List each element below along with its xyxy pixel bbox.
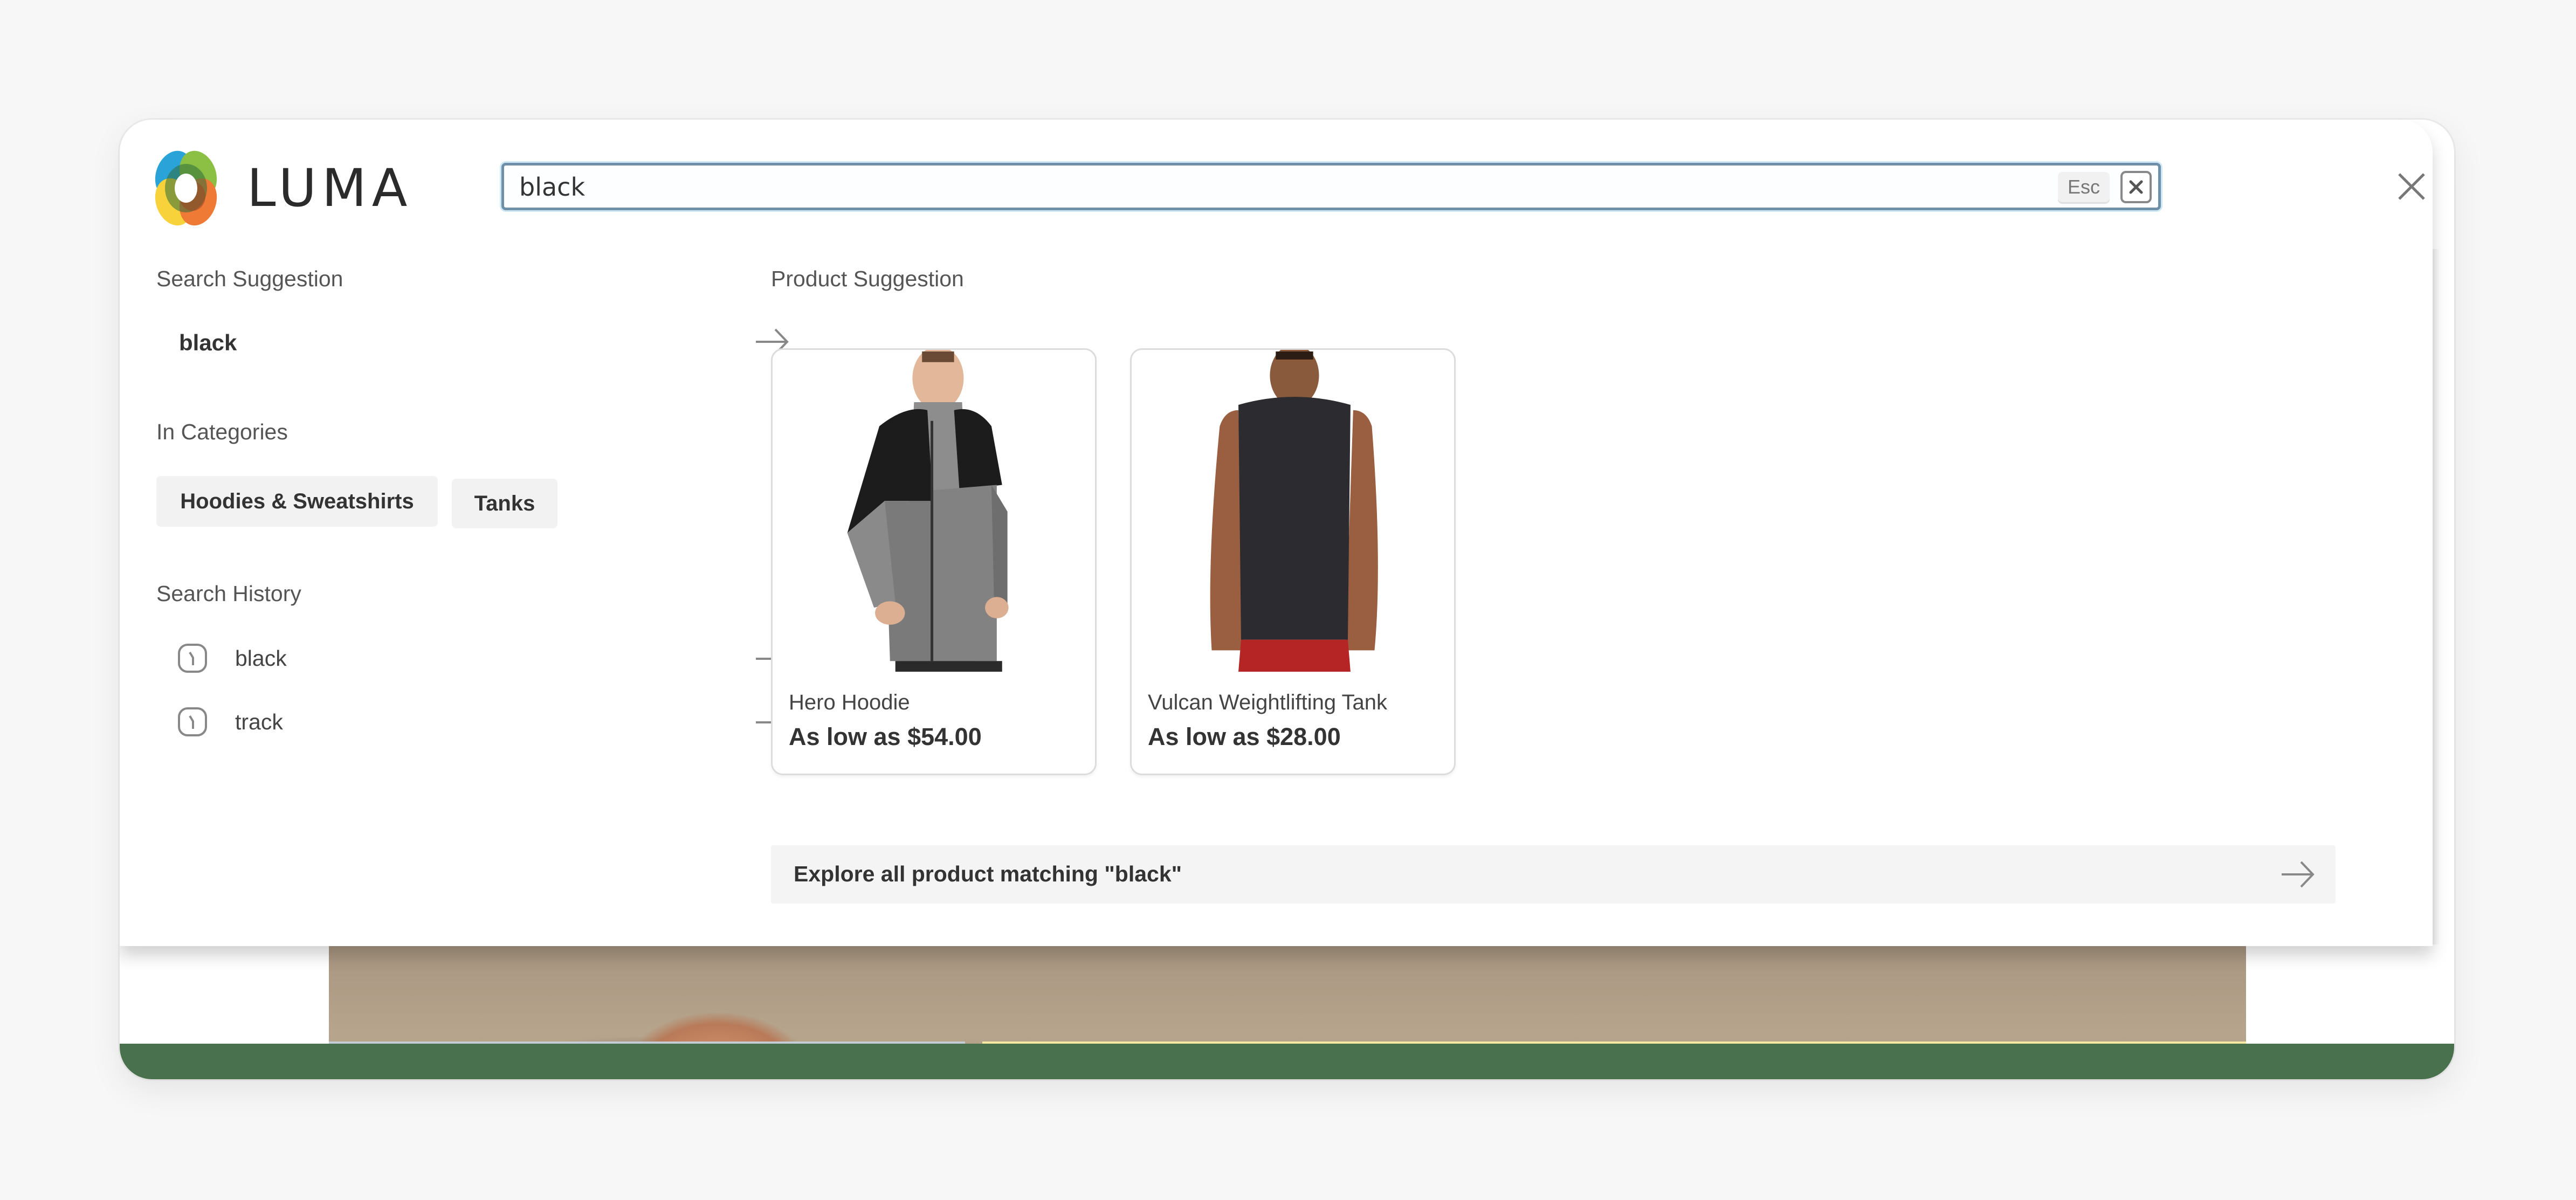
history-item[interactable]: track: [156, 701, 798, 744]
esc-key-hint: Esc: [2058, 172, 2110, 202]
clear-search-button[interactable]: [2120, 171, 2152, 203]
suggestion-item[interactable]: black: [156, 325, 798, 362]
arrow-right-icon: [2282, 861, 2315, 888]
search-input[interactable]: [518, 165, 2030, 209]
luma-logo-icon: [155, 150, 217, 226]
product-name: Hero Hoodie: [789, 691, 910, 714]
footer-band: [120, 1044, 2454, 1079]
product-image-tank: [1210, 350, 1378, 672]
product-suggestion-heading: Product Suggestion: [771, 266, 964, 291]
product-name: Vulcan Weightlifting Tank: [1148, 691, 1387, 714]
product-card-vulcan-tank[interactable]: Vulcan Weightlifting Tank As low as $28.…: [1130, 348, 1456, 775]
category-chip-tanks[interactable]: Tanks: [452, 479, 557, 528]
category-chip-hoodies[interactable]: Hoodies & Sweatshirts: [156, 476, 438, 527]
suggestion-label: black: [179, 330, 237, 355]
history-clock-icon: [178, 707, 207, 736]
history-item[interactable]: black: [156, 637, 798, 680]
close-icon: [2398, 173, 2425, 200]
history-label: black: [235, 646, 287, 671]
history-label: track: [235, 709, 283, 734]
product-image-hoodie: [847, 350, 1009, 672]
close-search-button[interactable]: [2398, 173, 2426, 201]
browser-frame: LUMA Esc Search Suggestion black: [120, 120, 2454, 1079]
history-clock-icon: [178, 644, 207, 673]
search-dropdown-panel: LUMA Esc Search Suggestion black: [120, 120, 2433, 946]
explore-all-label: Explore all product matching "black": [794, 861, 1182, 886]
search-field[interactable]: Esc: [501, 163, 2161, 210]
product-card-hero-hoodie[interactable]: Hero Hoodie As low as $54.00: [771, 348, 1097, 775]
product-price: As low as $54.00: [789, 723, 982, 750]
product-price: As low as $28.00: [1148, 723, 1341, 750]
brand-name: LUMA: [247, 158, 413, 218]
panel-shadow: [2433, 249, 2440, 944]
explore-all-products-button[interactable]: Explore all product matching "black": [771, 845, 2336, 904]
categories-heading: In Categories: [156, 419, 288, 444]
x-icon: [2129, 180, 2143, 194]
search-suggestion-heading: Search Suggestion: [156, 266, 343, 291]
search-history-heading: Search History: [156, 581, 301, 606]
luma-logo[interactable]: LUMA: [146, 148, 412, 229]
